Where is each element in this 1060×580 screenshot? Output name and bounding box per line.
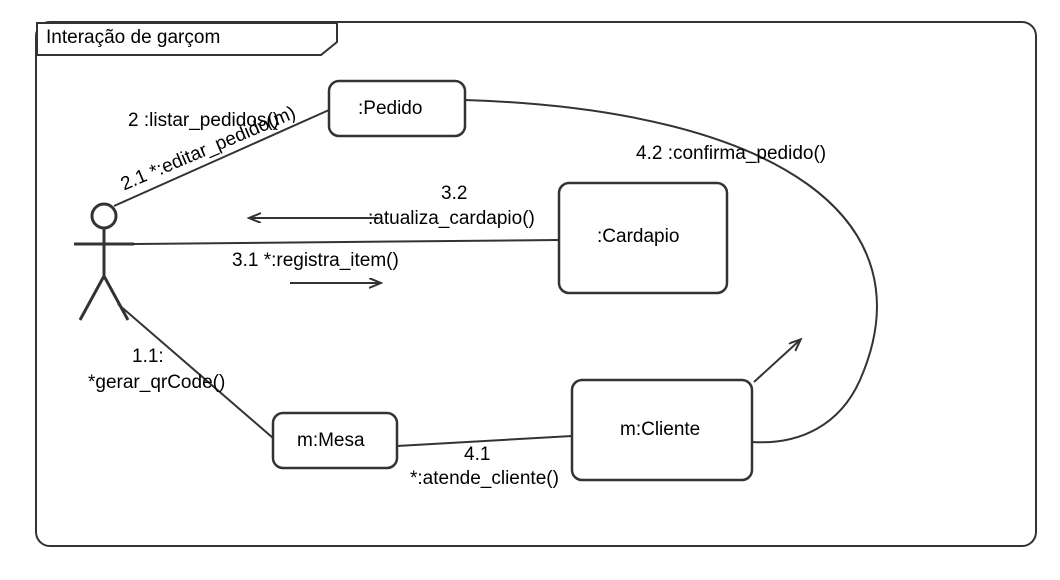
node-label-cardapio: :Cardapio [597, 226, 679, 248]
msg-label-1-1-name: *gerar_qrCode() [88, 372, 225, 394]
msg-label-3-2-seq: 3.2 [441, 183, 467, 205]
diagram-canvas: Interação de garçom :Pedido :Cardapio m:… [0, 0, 1060, 580]
actor-figure [74, 204, 134, 320]
node-label-cliente: m:Cliente [620, 419, 700, 441]
node-label-mesa: m:Mesa [297, 430, 365, 452]
frame-title: Interação de garçom [46, 27, 220, 49]
msg-label-4-1-seq: 4.1 [464, 444, 490, 466]
msg-label-3-1: 3.1 *:registra_item() [232, 250, 399, 272]
msg-label-1-1-seq: 1.1: [132, 346, 164, 368]
node-label-pedido: :Pedido [358, 98, 422, 120]
link-actor-cardapio [134, 240, 559, 244]
diagram-svg [0, 0, 1060, 580]
link-actor-mesa [118, 304, 273, 438]
msg-label-3-2-name: :atualiza_cardapio() [368, 208, 535, 230]
msg-label-4-2: 4.2 :confirma_pedido() [636, 143, 826, 165]
msg-arrow-4-2 [754, 340, 800, 382]
msg-label-4-1-name: *:atende_cliente() [410, 468, 559, 490]
